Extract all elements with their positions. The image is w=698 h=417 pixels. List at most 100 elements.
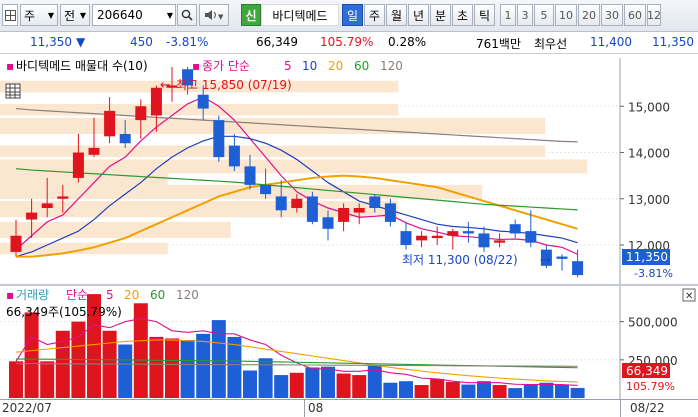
volume-chart-panel[interactable]: 500,000 250,000 ▪ 거래량 단순 5 20 60 120 66,349주… xyxy=(0,286,698,399)
sound-button[interactable]: ▼ xyxy=(199,4,229,26)
volume-ma-period-20[interactable]: 20 xyxy=(124,288,139,302)
price-tick-label: 13,000 xyxy=(628,193,670,207)
chevron-down-icon: ▼ xyxy=(47,10,54,20)
candle-body xyxy=(135,106,147,121)
speaker-icon: ▼ xyxy=(205,10,224,21)
volume-ma-label[interactable]: 단순 xyxy=(66,288,88,302)
price-ma-period-120[interactable]: 120 xyxy=(380,59,403,73)
ask-price: 11,400 xyxy=(590,35,632,49)
volume-bar xyxy=(383,382,398,398)
period-tab-2[interactable]: 월 xyxy=(386,4,407,26)
volume-ma-period-60[interactable]: 60 xyxy=(150,288,165,302)
period-tab-4[interactable]: 분 xyxy=(430,4,451,26)
interval-tab-5[interactable]: 5 xyxy=(534,4,554,26)
price-tick-label: 14,000 xyxy=(628,147,670,161)
interval-tab-20[interactable]: 20 xyxy=(578,4,600,26)
low-marker-arrow-icon: → xyxy=(540,253,551,268)
volume-bar xyxy=(399,381,413,398)
candle-body xyxy=(462,231,474,234)
volume-bar xyxy=(274,375,289,398)
volume-chart[interactable]: 500,000250,000 ▪ 거래량 단순 5 20 60 120 66,349주… xyxy=(0,286,698,399)
interval-tab-30[interactable]: 30 xyxy=(601,4,623,26)
high-annotation: 최고 15,850 (07/19) xyxy=(176,78,292,92)
volume-bar xyxy=(211,320,226,398)
period-tab-3[interactable]: 년 xyxy=(408,4,429,26)
candle-body xyxy=(213,120,225,158)
high-marker-arrow-icon: ← xyxy=(160,78,171,93)
candle-body xyxy=(338,208,350,222)
volume-value: 66,349 xyxy=(256,35,298,49)
interval-tab-10[interactable]: 10 xyxy=(555,4,577,26)
volume-ma-period-120[interactable]: 120 xyxy=(176,288,199,302)
best-bid-label: 최우선 xyxy=(534,37,568,51)
interval-tab-60[interactable]: 60 xyxy=(624,4,646,26)
legend-square-icon: ▪ xyxy=(6,59,14,73)
price-ma-label[interactable]: 종가 단순 xyxy=(202,59,250,73)
candle-body xyxy=(104,110,116,137)
candle-body xyxy=(400,231,412,245)
stock-name: 바디텍메드 xyxy=(261,4,339,26)
current-price: 11,350 xyxy=(30,35,72,49)
price-chart[interactable]: 15,00014,00013,00012,000 ▪ 바디텍메드 매물대 수(1… xyxy=(0,58,698,284)
price-ma-period-60[interactable]: 60 xyxy=(354,59,369,73)
date-label-start: 2022/07 xyxy=(2,401,52,415)
candle-body xyxy=(447,231,459,236)
volume-ma-period-5[interactable]: 5 xyxy=(106,288,114,302)
candle-body xyxy=(57,196,69,199)
prev-label: 전 xyxy=(64,8,76,23)
volume-bar xyxy=(445,381,460,398)
date-label-mid: 08 xyxy=(308,401,324,415)
table-icon[interactable] xyxy=(5,83,21,99)
volume-bar xyxy=(523,384,538,398)
candle-body xyxy=(353,208,365,213)
menu-dropdown[interactable]: 주 ▼ xyxy=(20,4,58,26)
candle-body xyxy=(369,196,381,208)
period-tab-5[interactable]: 초 xyxy=(452,4,473,26)
volume-bar xyxy=(555,385,569,398)
chevron-down-icon: ▼ xyxy=(79,10,86,20)
volume-profile-bar xyxy=(0,184,483,199)
volume-bar xyxy=(414,385,429,398)
period-tab-6[interactable]: 틱 xyxy=(474,4,495,26)
interval-tab-1[interactable]: 1 xyxy=(500,4,516,26)
volume-bar xyxy=(477,381,491,398)
volume-ratio: 105.79% xyxy=(320,35,374,49)
candle-body xyxy=(509,224,521,234)
prev-dropdown[interactable]: 전 ▼ xyxy=(60,4,90,26)
volume-tick-label: 500,000 xyxy=(628,316,678,330)
stock-code-input[interactable]: 206640 ▼ xyxy=(92,4,176,26)
volume-bar xyxy=(133,303,148,398)
candle-body xyxy=(88,147,100,155)
volume-legend-title[interactable]: 거래량 xyxy=(16,288,49,302)
price-ma-period-5[interactable]: 5 xyxy=(284,59,292,73)
volume-bar xyxy=(352,375,367,398)
volume-bar xyxy=(180,339,195,398)
current-pct-tag: -3.81% xyxy=(634,267,673,280)
candle-body xyxy=(431,235,443,239)
price-tick-label: 15,000 xyxy=(628,100,670,114)
layout-icon[interactable] xyxy=(2,4,18,26)
toolbar: 주 ▼ 전 ▼ 206640 ▼ ▼ 신 바디텍메드 일주월년분초틱 1 3 5 10… xyxy=(0,0,698,32)
candle-body xyxy=(197,94,209,109)
candle-body xyxy=(322,217,334,229)
interval-tab-12[interactable]: 12 xyxy=(647,4,661,26)
bid-price: 11,350 xyxy=(652,35,694,49)
candle-body xyxy=(494,240,506,243)
current-price-tag: 11,350 xyxy=(626,250,668,264)
price-legend-title[interactable]: 바디텍메드 매물대 수(10) xyxy=(16,59,148,73)
volume-bar xyxy=(9,361,23,398)
price-chart-panel[interactable]: 15,000 14,000 13,000 12,000 ▪ 바디텍메드 매물대 수(1… xyxy=(0,58,698,284)
volume-bar xyxy=(149,336,164,398)
candle-body xyxy=(41,203,53,208)
price-ma-period-20[interactable]: 20 xyxy=(328,59,343,73)
period-tab-0[interactable]: 일 xyxy=(342,4,363,26)
volume-bar xyxy=(289,372,304,398)
volume-bar xyxy=(508,388,523,398)
price-ma-period-10[interactable]: 10 xyxy=(302,59,317,73)
search-button[interactable] xyxy=(177,4,197,26)
interval-tab-3[interactable]: 3 xyxy=(517,4,533,26)
candle-body xyxy=(306,196,318,222)
candle-body xyxy=(260,184,272,195)
period-tab-1[interactable]: 주 xyxy=(364,4,385,26)
candle-body xyxy=(244,166,256,185)
